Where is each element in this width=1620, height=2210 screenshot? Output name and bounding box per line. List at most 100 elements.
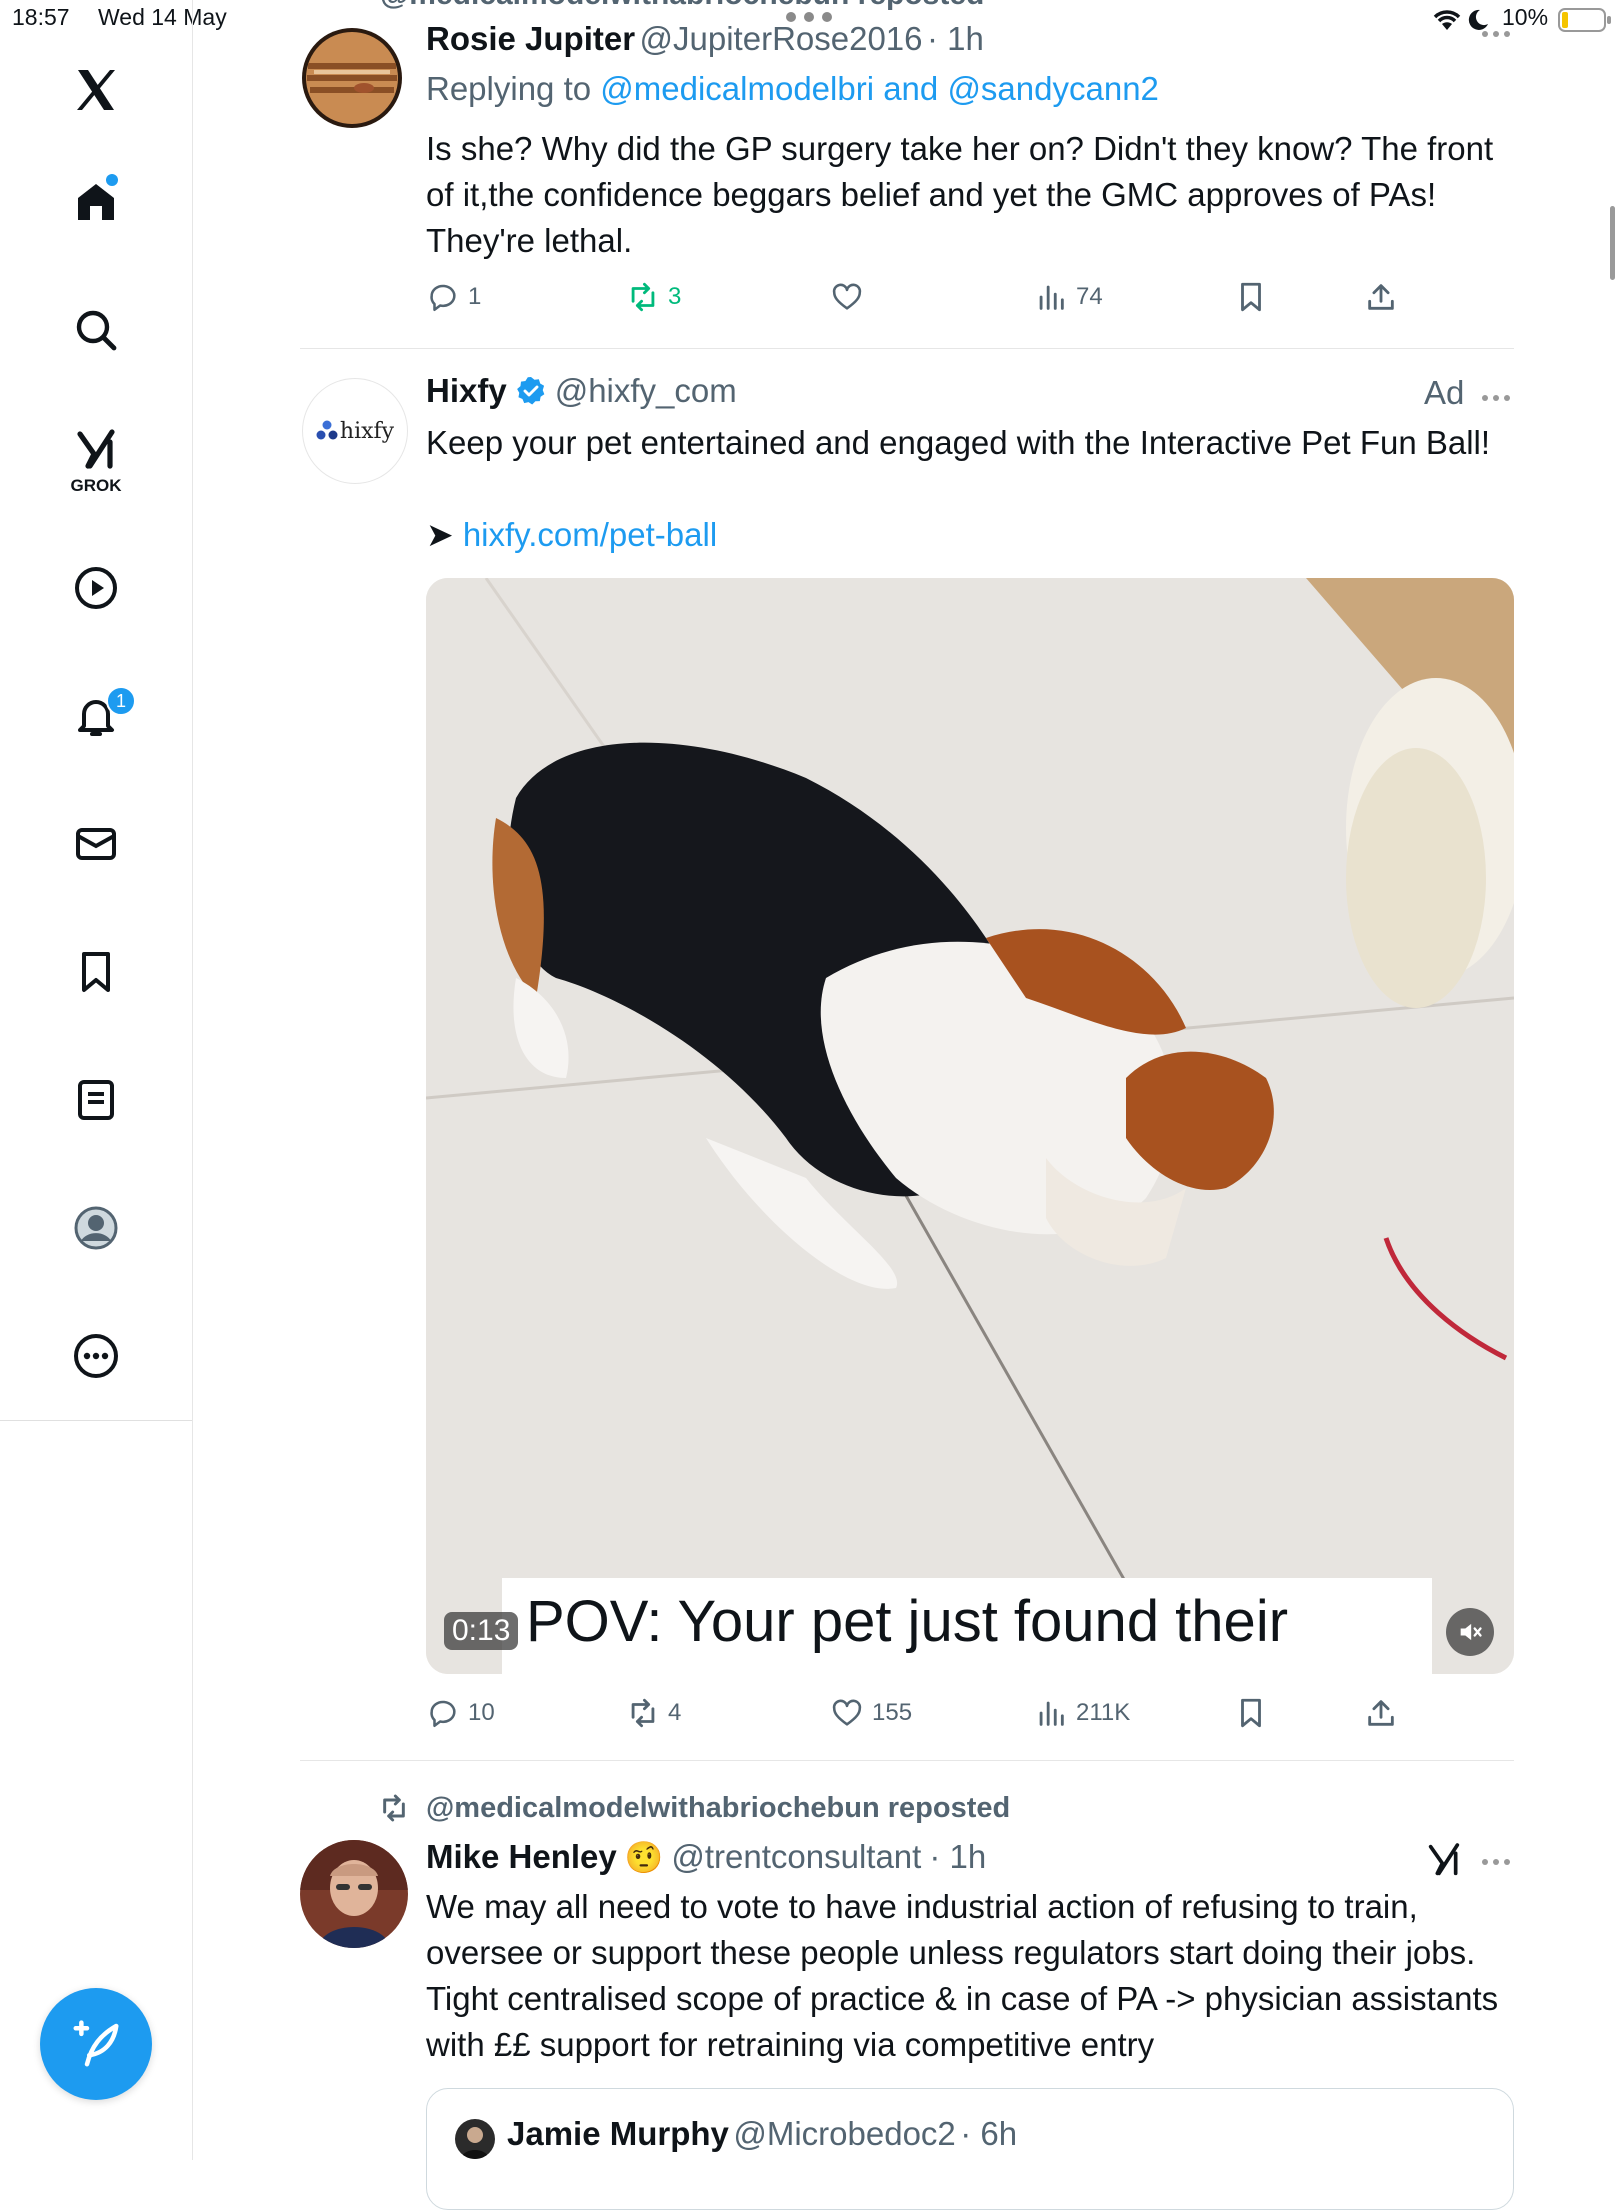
verified-badge-icon [516,377,545,405]
tweet2-views[interactable]: 211K [1034,1696,1130,1730]
quoted-tweet-card[interactable]: Jamie Murphy @Microbedoc2 · 6h [426,2088,1514,2210]
tweet-divider [300,348,1514,349]
share-icon [1368,1700,1394,1726]
tweet2-handle[interactable]: @hixfy_com [555,372,737,410]
feather-plus-icon [73,2020,119,2067]
tweet1-handle[interactable]: @JupiterRose2016 [640,20,923,57]
reply-and: and [874,70,948,107]
bookmarks-icon[interactable] [66,942,126,1002]
scrollbar-thumb[interactable] [1610,206,1615,280]
tweet1-repost-button[interactable]: 3 [626,280,681,314]
hixfy-avatar-text: hixfy [339,418,395,444]
repost-icon [631,282,655,312]
bookmark-icon [1241,1698,1261,1728]
speaker-muted-icon [1460,1623,1482,1641]
more-options-icon[interactable] [66,1326,126,1386]
video-play-icon[interactable] [66,558,126,618]
tweet2-share-button[interactable] [1364,1696,1398,1730]
tweet3-text: We may all need to vote to have industri… [426,1888,1499,2063]
lists-icon[interactable] [66,1070,126,1130]
tweet2-link-row: ➤ hixfy.com/pet-ball [426,512,717,558]
tweet2-repost-count: 4 [668,1699,682,1726]
tweet3-handle[interactable]: @trentconsultant [671,1838,921,1876]
video-caption: POV: Your pet just found their [526,1589,1289,1654]
tweet1-view-count: 74 [1076,283,1103,310]
jamie-murphy-avatar [455,2119,495,2159]
x-logo-icon[interactable] [66,60,126,120]
mute-button[interactable] [1446,1608,1494,1656]
tweet1-reply-button[interactable]: 1 [426,280,481,314]
tweet2-text: Keep your pet entertained and engaged wi… [426,424,1491,461]
tweet3-time: · 1h [929,1838,987,1875]
mike-henley-avatar[interactable] [300,1840,408,1948]
wifi-icon [1432,8,1462,37]
link-arrow: ➤ [426,516,454,553]
tweet3-name-emoji: 🤨 [624,1839,664,1875]
repost-icon [631,1698,655,1728]
views-chart-icon [1039,285,1064,310]
tweet1-share-button[interactable] [1364,280,1398,314]
ad-video-player[interactable]: POV: Your pet just found their 0:13 [426,578,1514,1674]
quoted-tweet-header: Jamie Murphy @Microbedoc2 · 6h [507,2115,1017,2153]
tweet1-like-button[interactable] [830,280,864,314]
notifications-badge: 1 [106,686,136,716]
tweet3-header: Mike Henley 🤨 @trentconsultant · 1h [426,1838,986,1876]
profile-avatar-icon[interactable] [66,1198,126,1258]
ad-label: Ad [1424,374,1465,411]
tweet2-repost-button[interactable]: 4 [626,1696,681,1730]
tweet2-like-button[interactable]: 155 [830,1696,912,1730]
tweet2-reply-button[interactable]: 10 [426,1696,495,1730]
tweet1-replying-to: Replying to @medicalmodelbri and @sandyc… [426,70,1159,108]
views-chart-icon [1039,1701,1064,1726]
tweet1-author-name[interactable]: Rosie Jupiter [426,20,635,57]
tweet2-link[interactable]: hixfy.com/pet-ball [463,516,717,553]
tweet2-more-icon[interactable] [1480,390,1512,408]
battery-icon [1558,8,1612,37]
tweet-divider [300,1760,1514,1761]
search-icon[interactable] [66,300,126,360]
quoted-handle: @Microbedoc2 [733,2115,956,2152]
hixfy-avatar[interactable]: hixfy [302,378,408,484]
reply-icon [430,284,456,312]
replying-prefix: Replying to [426,70,601,107]
grok-label: GROK [70,476,122,495]
tweet1-header: Rosie Jupiter @JupiterRose2016 · 1h [426,20,984,58]
jupiter-avatar[interactable] [302,28,402,128]
video-timestamp: 0:13 [444,1612,519,1650]
compose-post-button[interactable] [40,1988,152,2100]
heart-icon [832,1699,862,1726]
tweet1-text: Is she? Why did the GP surgery take her … [426,130,1494,259]
tweet2-view-count: 211K [1076,1699,1131,1726]
sidebar-divider [0,1420,192,1421]
tweet2-header: Hixfy @hixfy_com [426,372,737,410]
repost-indicator-icon [378,1792,410,1829]
reply-mention-1[interactable]: @medicalmodelbri [600,70,874,107]
tweet1-reply-count: 1 [468,283,482,310]
tweet2-reply-count: 10 [468,1699,495,1726]
tweet1-more-icon[interactable] [1480,26,1512,44]
tweet2-bookmark-button[interactable] [1234,1696,1268,1730]
grok-icon[interactable] [66,420,126,480]
tweet3-author-name[interactable]: Mike Henley [426,1838,617,1876]
tweet2-author-name[interactable]: Hixfy [426,372,507,410]
messages-envelope-icon[interactable] [66,814,126,874]
tweet1-views[interactable]: 74 [1034,280,1103,314]
tweet1-repost-count: 3 [668,283,682,310]
quoted-time: · 6h [960,2115,1018,2152]
tweet1-bookmark-button[interactable] [1234,280,1268,314]
reply-mention-2[interactable]: @sandycann2 [947,70,1158,107]
share-icon [1368,284,1394,310]
quoted-author-name: Jamie Murphy [507,2115,729,2152]
tweet3-more-icon[interactable] [1480,1854,1512,1872]
heart-icon [832,283,862,310]
hixfy-logo-icon [316,420,338,440]
bookmark-icon [1241,282,1261,312]
grok-explain-icon[interactable] [1424,1840,1464,1885]
tweet2-like-count: 155 [872,1699,913,1726]
video-frame-dog [426,578,1514,1674]
tweet3-repost-header[interactable]: @medicalmodelwithabriochebun reposted [426,1792,1010,1825]
top-repost-header: @medicalmodelwithabriochebun reposted [380,0,984,12]
home-unread-dot [106,174,118,186]
tweet1-time: · 1h [926,20,984,57]
reply-icon [430,1700,456,1728]
